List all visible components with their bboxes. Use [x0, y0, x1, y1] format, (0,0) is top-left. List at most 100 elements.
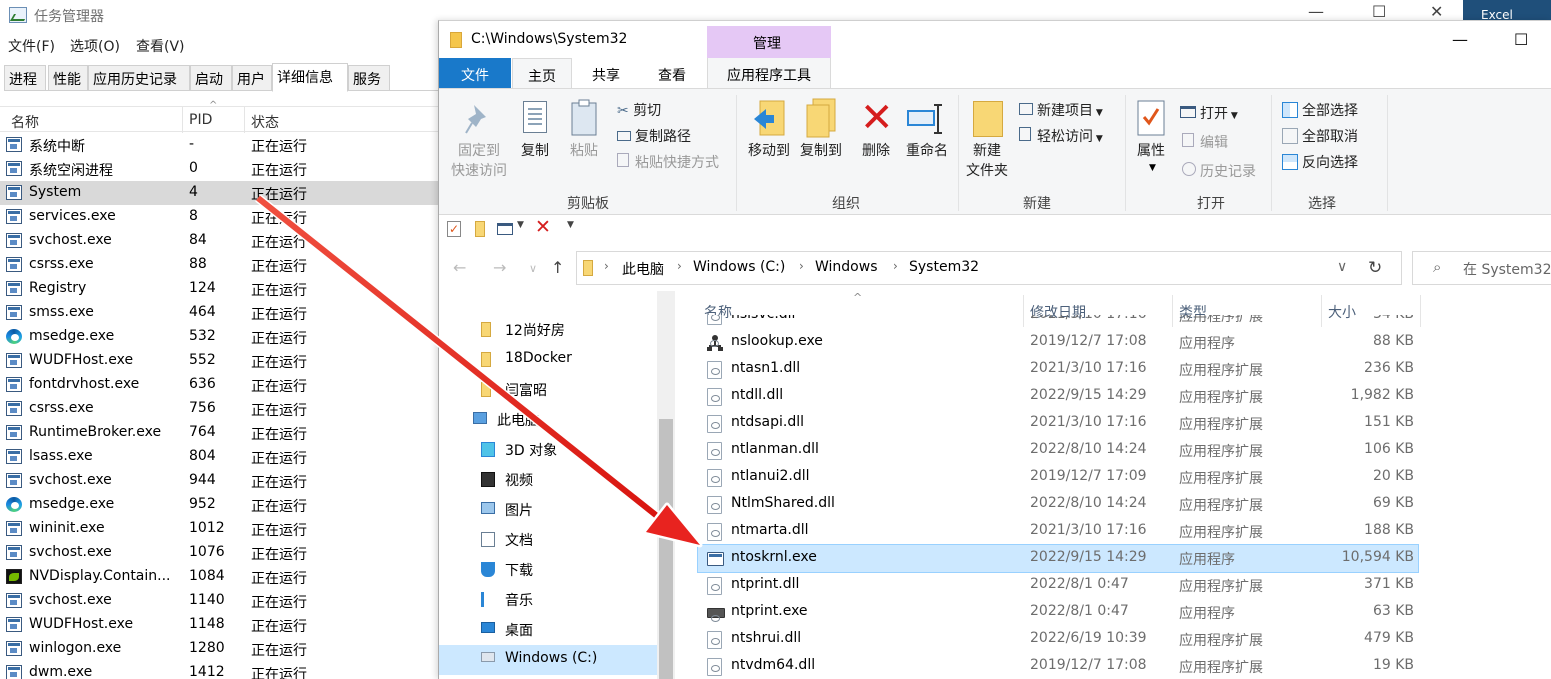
file-row[interactable]: ntoskrnl.exe 2022/9/15 14:29 应用程序 10,594 KB — [697, 544, 1419, 573]
properties-button[interactable]: 属性 — [1131, 141, 1171, 161]
tab-view[interactable]: 查看 — [642, 58, 702, 88]
process-row[interactable]: smss.exe 464 正在运行 — [0, 301, 460, 325]
process-row[interactable]: svchost.exe 1076 正在运行 — [0, 541, 460, 565]
dropdown-arrow-icon[interactable]: ▼ — [1149, 163, 1156, 173]
file-row[interactable]: ntlanui2.dll 2019/12/7 17:09 应用程序扩展 20 KB — [698, 464, 1418, 491]
tab-file[interactable]: 文件 — [439, 58, 511, 88]
close-icon[interactable]: ✕ — [1430, 2, 1443, 21]
column-name[interactable]: 名称 — [11, 112, 39, 132]
process-row[interactable]: lsass.exe 804 正在运行 — [0, 445, 460, 469]
delete-button[interactable]: 删除 — [858, 141, 894, 161]
minimize-icon[interactable]: — — [1452, 30, 1468, 49]
process-row[interactable]: WUDFHost.exe 552 正在运行 — [0, 349, 460, 373]
process-row[interactable]: WUDFHost.exe 1148 正在运行 — [0, 613, 460, 637]
tab-processes[interactable]: 进程 — [4, 65, 46, 91]
file-row[interactable]: ntdll.dll 2022/9/15 14:29 应用程序扩展 1,982 KB — [698, 383, 1418, 410]
up-icon[interactable]: ↑ — [551, 258, 564, 277]
tab-services[interactable]: 服务 — [348, 65, 390, 91]
tab-performance[interactable]: 性能 — [48, 65, 88, 91]
select-all-button[interactable]: 全部选择 — [1282, 100, 1358, 120]
process-row[interactable]: NVDisplay.Contain... 1084 正在运行 — [0, 565, 460, 589]
process-row[interactable]: svchost.exe 944 正在运行 — [0, 469, 460, 493]
tab-details[interactable]: 详细信息 — [272, 63, 348, 92]
process-row[interactable]: dwm.exe 1412 正在运行 — [0, 661, 460, 679]
customize-toolbar-icon[interactable]: ▼ — [567, 220, 574, 230]
process-row[interactable]: winlogon.exe 1280 正在运行 — [0, 637, 460, 661]
paste-shortcut-button[interactable]: 粘贴快捷方式 — [617, 152, 719, 172]
new-item-button[interactable]: 新建项目 ▼ — [1019, 100, 1103, 120]
pin-to-quick-access-button[interactable]: 固定到 快速访问 — [449, 141, 509, 181]
open-icon[interactable] — [497, 223, 513, 235]
file-row[interactable]: ntmarta.dll 2021/3/10 17:16 应用程序扩展 188 KB — [698, 518, 1418, 545]
copy-button[interactable]: 复制 — [517, 141, 553, 161]
dropdown-arrow-icon[interactable]: ▼ — [517, 220, 524, 230]
column-divider[interactable] — [182, 107, 183, 133]
file-row[interactable]: ntlanman.dll 2022/8/10 14:24 应用程序扩展 106 KB — [698, 437, 1418, 464]
breadcrumb-c-drive[interactable]: Windows (C:) — [693, 259, 785, 275]
edit-button[interactable]: 编辑 — [1182, 132, 1228, 152]
file-row[interactable]: nsisvc.dll 2021/3/10 17:16 应用程序扩展 34 KB — [698, 315, 1418, 329]
nav-item[interactable]: Windows (C:) — [439, 645, 657, 675]
nav-item[interactable]: 视频 — [439, 465, 657, 495]
easy-access-button[interactable]: 轻松访问 ▼ — [1019, 126, 1103, 146]
column-status[interactable]: 状态 — [251, 112, 279, 132]
nav-item[interactable]: 图片 — [439, 495, 657, 525]
properties-icon[interactable]: ✓ — [447, 221, 461, 237]
nav-item[interactable]: 音乐 — [439, 585, 657, 615]
tab-application-tools[interactable]: 应用程序工具 — [707, 58, 831, 88]
file-row[interactable]: ntvdm64.dll 2019/12/7 17:08 应用程序扩展 19 KB — [698, 653, 1418, 679]
file-row[interactable]: nslookup.exe 2019/12/7 17:08 应用程序 88 KB — [698, 329, 1418, 356]
column-pid[interactable]: PID — [189, 112, 212, 128]
navigation-pane-scrollbar[interactable] — [657, 291, 675, 679]
search-box[interactable]: ⌕ 在 System32 — [1412, 251, 1551, 285]
process-row[interactable]: csrss.exe 88 正在运行 — [0, 253, 460, 277]
process-row[interactable]: svchost.exe 84 正在运行 — [0, 229, 460, 253]
history-button[interactable]: 历史记录 — [1182, 161, 1256, 181]
process-row[interactable]: csrss.exe 756 正在运行 — [0, 397, 460, 421]
process-row[interactable]: 系统空闲进程 0 正在运行 — [0, 157, 460, 181]
tab-home[interactable]: 主页 — [512, 58, 572, 88]
back-icon[interactable]: ← — [453, 258, 466, 277]
menu-view[interactable]: 查看(V) — [136, 36, 185, 56]
file-row[interactable]: ntasn1.dll 2021/3/10 17:16 应用程序扩展 236 KB — [698, 356, 1418, 383]
invert-selection-button[interactable]: 反向选择 — [1282, 152, 1358, 172]
file-row[interactable]: ntdsapi.dll 2021/3/10 17:16 应用程序扩展 151 KB — [698, 410, 1418, 437]
tab-startup[interactable]: 启动 — [190, 65, 232, 91]
nav-item[interactable]: 18Docker — [439, 345, 657, 375]
process-row[interactable]: msedge.exe 532 正在运行 — [0, 325, 460, 349]
task-manager-titlebar[interactable]: 任务管理器 — [0, 0, 460, 32]
copy-path-button[interactable]: 复制路径 — [617, 126, 691, 146]
nav-item[interactable]: 新加卷 (D:) — [439, 675, 657, 679]
paste-button[interactable]: 粘贴 — [566, 141, 602, 161]
maximize-icon[interactable]: ☐ — [1514, 30, 1528, 49]
process-row[interactable]: System 4 正在运行 — [0, 181, 460, 205]
file-row[interactable]: ntshrui.dll 2022/6/19 10:39 应用程序扩展 479 KB — [698, 626, 1418, 653]
file-row[interactable]: ntprint.dll 2022/8/1 0:47 应用程序扩展 371 KB — [698, 572, 1418, 599]
menu-file[interactable]: 文件(F) — [8, 36, 55, 56]
menu-options[interactable]: 选项(O) — [70, 36, 120, 56]
nav-item[interactable]: 3D 对象 — [439, 435, 657, 465]
minimize-icon[interactable]: — — [1308, 2, 1324, 21]
maximize-icon[interactable]: ☐ — [1372, 2, 1386, 21]
select-none-button[interactable]: 全部取消 — [1282, 126, 1358, 146]
nav-item[interactable]: 文档 — [439, 525, 657, 555]
process-row[interactable]: Registry 124 正在运行 — [0, 277, 460, 301]
file-row[interactable]: ntprint.exe 2022/8/1 0:47 应用程序 63 KB — [698, 599, 1418, 626]
scrollbar-thumb[interactable] — [659, 419, 673, 679]
breadcrumb-system32[interactable]: System32 — [909, 259, 979, 275]
process-row[interactable]: 系统中断 - 正在运行 — [0, 133, 460, 157]
nav-item[interactable]: 此电脑 — [439, 405, 657, 435]
new-folder-button[interactable]: 新建 文件夹 — [962, 141, 1012, 181]
process-row[interactable]: msedge.exe 952 正在运行 — [0, 493, 460, 517]
nav-item[interactable]: 闫富昭 — [439, 375, 657, 405]
process-row[interactable]: services.exe 8 正在运行 — [0, 205, 460, 229]
tab-app-history[interactable]: 应用历史记录 — [88, 65, 190, 91]
cut-button[interactable]: ✂ 剪切 — [617, 100, 661, 120]
refresh-icon[interactable]: ↻ — [1368, 258, 1382, 278]
process-row[interactable]: svchost.exe 1140 正在运行 — [0, 589, 460, 613]
nav-item[interactable]: 12尚好房 — [439, 315, 657, 345]
delete-icon[interactable]: ✕ — [535, 216, 551, 238]
open-button[interactable]: 打开 ▼ — [1180, 103, 1238, 123]
file-row[interactable]: NtlmShared.dll 2022/8/10 14:24 应用程序扩展 69 KB — [698, 491, 1418, 518]
process-row[interactable]: RuntimeBroker.exe 764 正在运行 — [0, 421, 460, 445]
